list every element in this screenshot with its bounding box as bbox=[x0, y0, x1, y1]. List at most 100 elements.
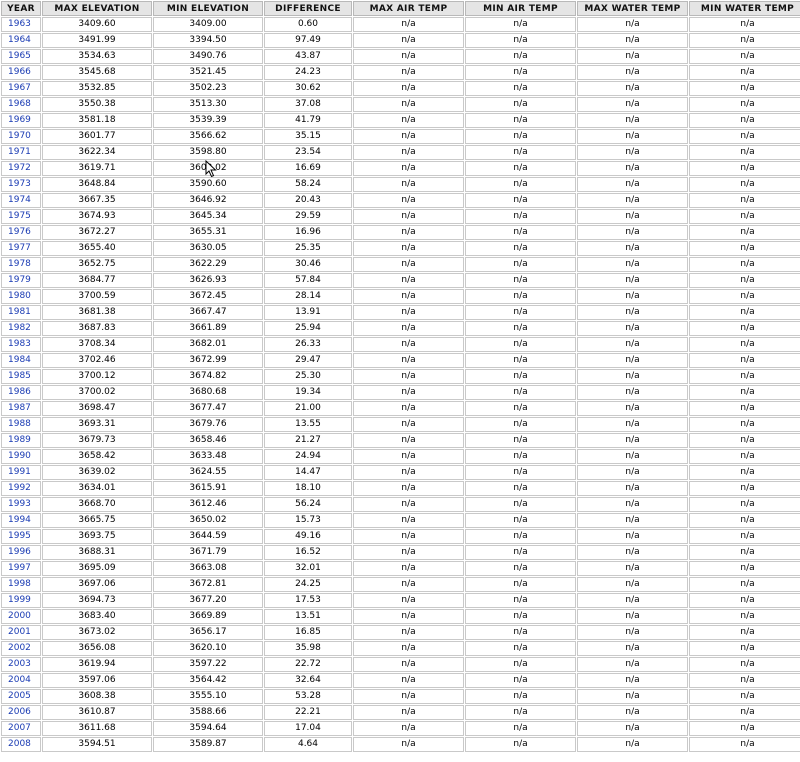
year-link[interactable]: 1987 bbox=[8, 403, 31, 413]
year-cell: 1969 bbox=[1, 113, 41, 128]
year-link[interactable]: 1967 bbox=[8, 83, 31, 93]
table-row: 1997 3695.09 3663.08 32.01 n/a n/a n/a n/a bbox=[1, 561, 800, 576]
max-water-temp-cell: n/a bbox=[577, 65, 688, 80]
min-air-temp-cell: n/a bbox=[465, 577, 576, 592]
year-link[interactable]: 1981 bbox=[8, 307, 31, 317]
column-header-min-elevation: MIN ELEVATION bbox=[153, 1, 263, 16]
min-water-temp-cell: n/a bbox=[689, 561, 800, 576]
year-link[interactable]: 1976 bbox=[8, 227, 31, 237]
year-link[interactable]: 1989 bbox=[8, 435, 31, 445]
min-elevation-cell: 3615.91 bbox=[153, 481, 263, 496]
year-link[interactable]: 1983 bbox=[8, 339, 31, 349]
year-link[interactable]: 1963 bbox=[8, 19, 31, 29]
max-water-temp-cell: n/a bbox=[577, 721, 688, 736]
max-air-temp-cell: n/a bbox=[353, 305, 464, 320]
year-link[interactable]: 1980 bbox=[8, 291, 31, 301]
table-row: 2008 3594.51 3589.87 4.64 n/a n/a n/a n/a bbox=[1, 737, 800, 752]
year-link[interactable]: 1975 bbox=[8, 211, 31, 221]
year-cell: 1980 bbox=[1, 289, 41, 304]
min-air-temp-cell: n/a bbox=[465, 257, 576, 272]
year-link[interactable]: 1995 bbox=[8, 531, 31, 541]
min-air-temp-cell: n/a bbox=[465, 289, 576, 304]
table-row: 2000 3683.40 3669.89 13.51 n/a n/a n/a n/a bbox=[1, 609, 800, 624]
min-water-temp-cell: n/a bbox=[689, 321, 800, 336]
year-link[interactable]: 1984 bbox=[8, 355, 31, 365]
year-link[interactable]: 1969 bbox=[8, 115, 31, 125]
year-link[interactable]: 2006 bbox=[8, 707, 31, 717]
year-link[interactable]: 2003 bbox=[8, 659, 31, 669]
year-link[interactable]: 1985 bbox=[8, 371, 31, 381]
year-cell: 1997 bbox=[1, 561, 41, 576]
min-elevation-cell: 3655.31 bbox=[153, 225, 263, 240]
year-cell: 1985 bbox=[1, 369, 41, 384]
year-link[interactable]: 2008 bbox=[8, 739, 31, 749]
max-elevation-cell: 3665.75 bbox=[42, 513, 152, 528]
year-link[interactable]: 1997 bbox=[8, 563, 31, 573]
min-air-temp-cell: n/a bbox=[465, 641, 576, 656]
year-link[interactable]: 1986 bbox=[8, 387, 31, 397]
year-link[interactable]: 1974 bbox=[8, 195, 31, 205]
year-cell: 1974 bbox=[1, 193, 41, 208]
max-elevation-cell: 3668.70 bbox=[42, 497, 152, 512]
year-link[interactable]: 2004 bbox=[8, 675, 31, 685]
year-link[interactable]: 2007 bbox=[8, 723, 31, 733]
difference-cell: 24.23 bbox=[264, 65, 352, 80]
year-link[interactable]: 1978 bbox=[8, 259, 31, 269]
min-elevation-cell: 3650.02 bbox=[153, 513, 263, 528]
max-air-temp-cell: n/a bbox=[353, 721, 464, 736]
year-link[interactable]: 1965 bbox=[8, 51, 31, 61]
max-water-temp-cell: n/a bbox=[577, 449, 688, 464]
max-air-temp-cell: n/a bbox=[353, 689, 464, 704]
min-elevation-cell: 3672.99 bbox=[153, 353, 263, 368]
min-elevation-cell: 3672.81 bbox=[153, 577, 263, 592]
max-air-temp-cell: n/a bbox=[353, 497, 464, 512]
year-link[interactable]: 1994 bbox=[8, 515, 31, 525]
year-link[interactable]: 1972 bbox=[8, 163, 31, 173]
difference-cell: 24.94 bbox=[264, 449, 352, 464]
year-link[interactable]: 1971 bbox=[8, 147, 31, 157]
year-link[interactable]: 1990 bbox=[8, 451, 31, 461]
max-air-temp-cell: n/a bbox=[353, 129, 464, 144]
year-cell: 1995 bbox=[1, 529, 41, 544]
year-link[interactable]: 2005 bbox=[8, 691, 31, 701]
min-air-temp-cell: n/a bbox=[465, 481, 576, 496]
year-link[interactable]: 1992 bbox=[8, 483, 31, 493]
year-link[interactable]: 1977 bbox=[8, 243, 31, 253]
difference-cell: 35.15 bbox=[264, 129, 352, 144]
min-air-temp-cell: n/a bbox=[465, 513, 576, 528]
min-water-temp-cell: n/a bbox=[689, 385, 800, 400]
table-row: 1968 3550.38 3513.30 37.08 n/a n/a n/a n/a bbox=[1, 97, 800, 112]
year-link[interactable]: 1999 bbox=[8, 595, 31, 605]
year-link[interactable]: 1964 bbox=[8, 35, 31, 45]
year-link[interactable]: 2001 bbox=[8, 627, 31, 637]
year-cell: 1965 bbox=[1, 49, 41, 64]
table-row: 2003 3619.94 3597.22 22.72 n/a n/a n/a n/a bbox=[1, 657, 800, 672]
max-air-temp-cell: n/a bbox=[353, 433, 464, 448]
year-link[interactable]: 1973 bbox=[8, 179, 31, 189]
year-link[interactable]: 2002 bbox=[8, 643, 31, 653]
difference-cell: 30.62 bbox=[264, 81, 352, 96]
year-link[interactable]: 2000 bbox=[8, 611, 31, 621]
year-link[interactable]: 1979 bbox=[8, 275, 31, 285]
difference-cell: 14.47 bbox=[264, 465, 352, 480]
max-air-temp-cell: n/a bbox=[353, 81, 464, 96]
year-link[interactable]: 1982 bbox=[8, 323, 31, 333]
min-water-temp-cell: n/a bbox=[689, 273, 800, 288]
min-water-temp-cell: n/a bbox=[689, 177, 800, 192]
year-link[interactable]: 1988 bbox=[8, 419, 31, 429]
min-air-temp-cell: n/a bbox=[465, 225, 576, 240]
table-row: 1981 3681.38 3667.47 13.91 n/a n/a n/a n/a bbox=[1, 305, 800, 320]
year-link[interactable]: 1970 bbox=[8, 131, 31, 141]
max-air-temp-cell: n/a bbox=[353, 177, 464, 192]
year-link[interactable]: 1991 bbox=[8, 467, 31, 477]
table-row: 1967 3532.85 3502.23 30.62 n/a n/a n/a n/a bbox=[1, 81, 800, 96]
year-link[interactable]: 1968 bbox=[8, 99, 31, 109]
year-link[interactable]: 1993 bbox=[8, 499, 31, 509]
year-cell: 1993 bbox=[1, 497, 41, 512]
table-row: 19723619.713603.0216.69n/an/an/an/a bbox=[1, 161, 800, 176]
year-link[interactable]: 1998 bbox=[8, 579, 31, 589]
min-elevation-cell: 3646.92 bbox=[153, 193, 263, 208]
year-link[interactable]: 1966 bbox=[8, 67, 31, 77]
year-link[interactable]: 1996 bbox=[8, 547, 31, 557]
difference-cell: 30.46 bbox=[264, 257, 352, 272]
